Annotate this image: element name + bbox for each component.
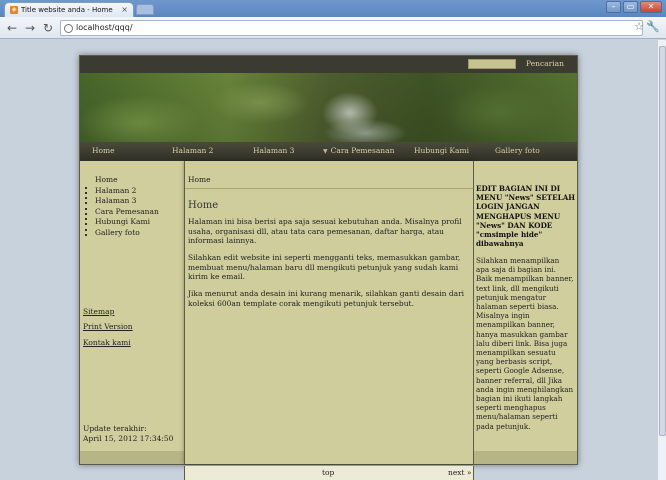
forward-button[interactable]: → — [22, 20, 38, 36]
next-link[interactable]: next » — [448, 468, 472, 477]
tab-title: Title website anda - Home — [21, 6, 113, 14]
nav-item-halaman-3[interactable]: Halaman 3 — [253, 146, 294, 155]
sidebar-item-gallery-foto[interactable]: Gallery foto — [83, 228, 159, 239]
window-controls: – ▭ ✕ — [606, 1, 662, 13]
page-scrollbar[interactable] — [657, 40, 666, 480]
maximize-button[interactable]: ▭ — [623, 1, 638, 13]
bullet-icon — [85, 218, 88, 225]
breadcrumb[interactable]: Home — [188, 175, 211, 184]
nav-item-gallery-foto[interactable]: Gallery foto — [495, 146, 540, 155]
scrollbar-thumb[interactable] — [659, 46, 666, 436]
globe-icon — [64, 24, 73, 33]
sidebar-item-halaman-2[interactable]: Halaman 2 — [83, 186, 159, 197]
wrench-menu-icon[interactable]: 🔧 — [646, 20, 660, 33]
sidebar-item-home[interactable]: Home — [83, 175, 159, 186]
nav-item-cara-pemesanan[interactable]: ▼ Cara Pemesanan — [323, 146, 394, 155]
top-link[interactable]: top — [322, 468, 334, 477]
top-strip: Pencarian — [80, 56, 577, 73]
content-paragraph: Jika menurut anda desain ini kurang mena… — [188, 289, 465, 308]
nav-item-hubungi-kami[interactable]: Hubungi Kami — [414, 146, 469, 155]
bullet-icon — [85, 207, 88, 215]
address-url: localhost/qqq/ — [76, 23, 133, 32]
sidebar-menu: Home Halaman 2 Halaman 3 Cara Pemesanan … — [83, 175, 159, 238]
content-paragraph: Silahkan edit website ini seperti mengga… — [188, 253, 461, 282]
sidebar-item-hubungi-kami[interactable]: Hubungi Kami — [83, 217, 159, 228]
favicon-icon: ◈ — [10, 6, 18, 14]
right-sidebar: EDIT BAGIAN INI DI MENU "News" SETELAH L… — [474, 161, 577, 464]
bullet-icon — [85, 186, 88, 194]
nav-item-halaman-2[interactable]: Halaman 2 — [172, 146, 213, 155]
main-nav: Home Halaman 2 Halaman 3 ▼ Cara Pemesanan… — [80, 142, 577, 161]
news-body: Silahkan menampilkan apa saja di bagian … — [476, 256, 574, 431]
bullet-icon — [85, 228, 88, 236]
new-tab-button[interactable] — [136, 4, 154, 15]
tab-close-icon[interactable]: × — [121, 5, 128, 14]
page-title: Home — [188, 200, 219, 211]
tab-strip: ◈ Title website anda - Home × – ▭ ✕ — [0, 0, 666, 17]
address-bar[interactable]: localhost/qqq/ ☆ — [60, 20, 644, 36]
minimize-button[interactable]: – — [606, 1, 621, 13]
sidebar-item-halaman-3[interactable]: Halaman 3 — [83, 196, 159, 207]
bullet-icon — [85, 197, 88, 204]
back-button[interactable]: ← — [4, 20, 20, 36]
browser-toolbar: ← → ↻ localhost/qqq/ ☆ 🔧 — [0, 17, 666, 39]
news-heading: EDIT BAGIAN INI DI MENU "News" SETELAH L… — [476, 184, 576, 249]
site-container: Pencarian Home Halaman 2 Halaman 3 ▼ Cara… — [79, 55, 578, 480]
content-paragraph: Halaman ini bisa berisi apa saja sesuai … — [188, 217, 462, 246]
main-content: Home Home Halaman ini bisa berisi apa sa… — [184, 161, 474, 464]
bookmark-star-icon[interactable]: ☆ — [634, 20, 644, 33]
right-footer-strip — [474, 451, 577, 464]
left-footer-strip — [80, 451, 184, 464]
nav-item-label: Cara Pemesanan — [330, 146, 395, 155]
divider — [185, 188, 473, 189]
sidebar-item-cara-pemesanan[interactable]: Cara Pemesanan — [83, 207, 159, 218]
bullet-icon — [85, 176, 88, 183]
close-window-button[interactable]: ✕ — [640, 1, 662, 13]
search-button[interactable]: Pencarian — [526, 59, 564, 68]
contact-link[interactable]: Kontak kami — [83, 338, 131, 347]
browser-tab[interactable]: ◈ Title website anda - Home × — [4, 2, 134, 17]
main-footer: top next » — [184, 466, 474, 480]
reload-button[interactable]: ↻ — [40, 20, 56, 36]
search-input[interactable] — [468, 59, 516, 69]
sitemap-link[interactable]: Sitemap — [83, 307, 114, 316]
nav-item-home[interactable]: Home — [92, 146, 115, 155]
left-sidebar: Home Halaman 2 Halaman 3 Cara Pemesanan … — [80, 161, 184, 464]
dropdown-caret-icon: ▼ — [323, 148, 328, 155]
last-updated: Update terakhir: April 15, 2012 17:34:50 — [83, 424, 174, 443]
print-version-link[interactable]: Print Version — [83, 322, 133, 331]
header-banner-image — [80, 73, 577, 142]
